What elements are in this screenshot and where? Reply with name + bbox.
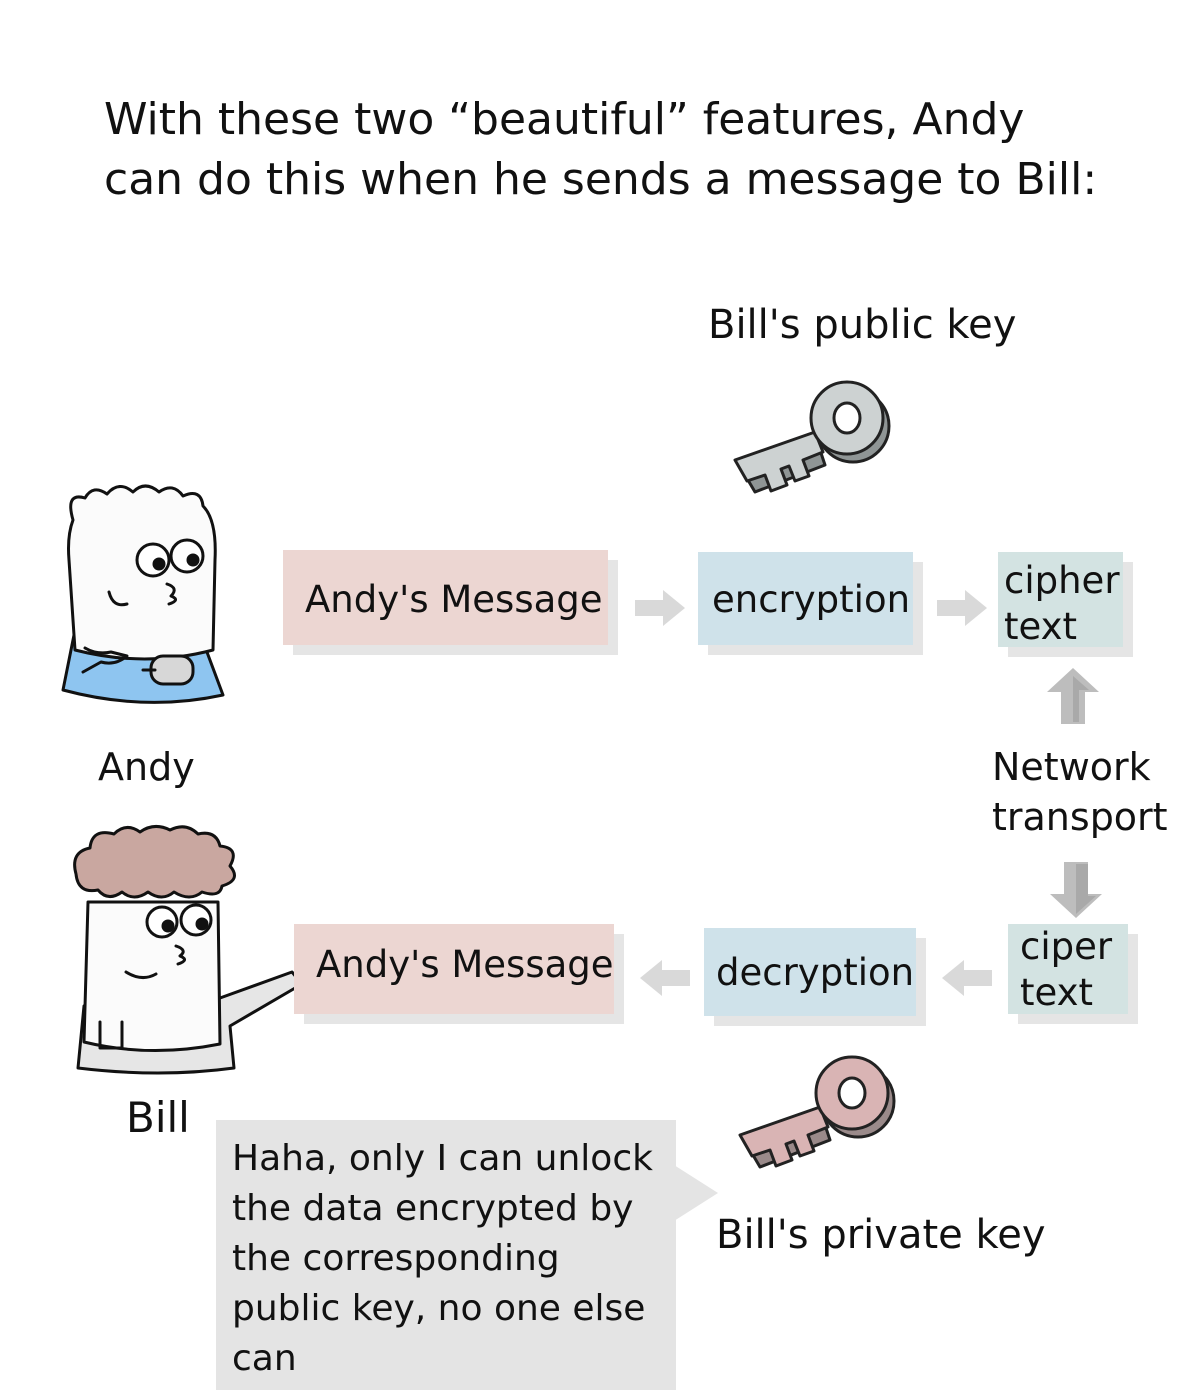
andy-message-box-bottom: Andy's Message: [294, 924, 614, 1014]
bill-avatar: [73, 825, 304, 1075]
cipher-text-line-1: cipher: [1004, 559, 1120, 602]
andy-message-label-top: Andy's Message: [305, 578, 603, 621]
andy-avatar: [61, 484, 225, 704]
cipher-text-box-top: cipher text: [998, 552, 1123, 648]
ciper-text-line-2: text: [1020, 971, 1094, 1014]
andy-name: Andy: [98, 745, 195, 789]
cipher-text-box-bottom: ciper text: [1008, 924, 1128, 1014]
private-key-label: Bill's private key: [716, 1212, 1046, 1258]
decryption-box: decryption: [704, 928, 916, 1016]
arrow-up-icon: [1047, 668, 1099, 724]
andy-message-label-bottom: Andy's Message: [316, 943, 614, 986]
title-line-1: With these two “beautiful” features, And…: [104, 94, 1025, 145]
bill-name: Bill: [126, 1093, 190, 1142]
arrow-right-icon: [937, 590, 987, 626]
network-transport-label: Network transport: [992, 742, 1168, 842]
arrow-right-icon: [635, 590, 685, 626]
title-line-2: can do this when he sends a message to B…: [104, 154, 1098, 205]
encryption-label: encryption: [712, 578, 911, 621]
speech-text: Haha, only I can unlock the data encrypt…: [232, 1138, 653, 1379]
public-key-label: Bill's public key: [708, 302, 1017, 348]
speech-bubble-tail: [674, 1165, 718, 1221]
arrow-left-icon: [942, 960, 992, 996]
arrow-left-icon: [640, 960, 690, 996]
encryption-box: encryption: [698, 552, 913, 645]
andy-message-box-top: Andy's Message: [283, 550, 608, 645]
ciper-text-line-1: ciper: [1020, 925, 1113, 968]
decryption-label: decryption: [716, 951, 915, 994]
network-label-line-1: Network: [992, 745, 1151, 789]
cipher-text-line-2: text: [1004, 605, 1078, 648]
network-label-line-2: transport: [992, 795, 1168, 839]
speech-bubble: Haha, only I can unlock the data encrypt…: [216, 1120, 676, 1390]
public-key-icon: [733, 380, 891, 494]
private-key-icon: [738, 1055, 896, 1169]
arrow-down-icon: [1050, 862, 1102, 918]
